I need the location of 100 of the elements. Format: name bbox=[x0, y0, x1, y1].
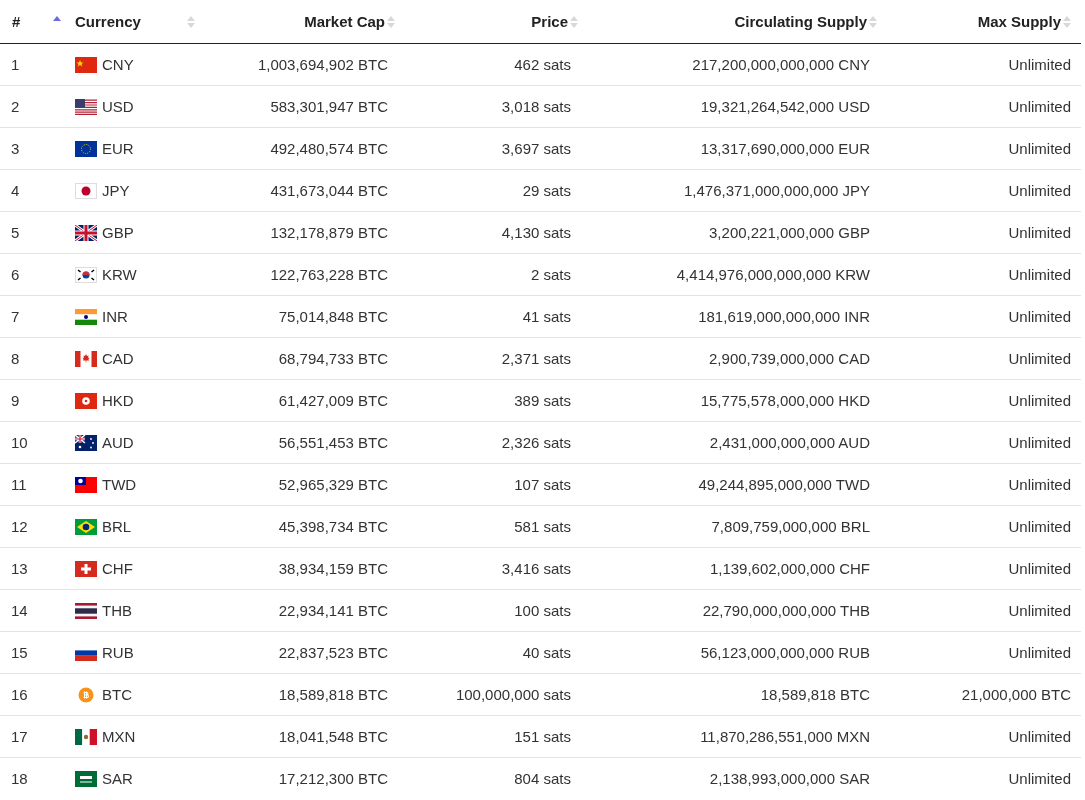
currency-cell: EUR bbox=[102, 140, 134, 157]
supply-cell: 11,870,286,551,000 MXN bbox=[700, 728, 870, 745]
price-cell: 3,697 sats bbox=[501, 140, 571, 157]
price-cell: 41 sats bbox=[522, 308, 571, 325]
supply-cell: 19,321,264,542,000 USD bbox=[700, 98, 870, 115]
max-supply-cell: Unlimited bbox=[1008, 728, 1071, 745]
supply-cell: 3,200,221,000,000 GBP bbox=[709, 224, 870, 241]
supply-cell: 56,123,000,000,000 RUB bbox=[700, 644, 870, 661]
max-supply-cell: Unlimited bbox=[1008, 560, 1071, 577]
rank-cell: 1 bbox=[11, 56, 20, 73]
currency-cell: HKD bbox=[102, 392, 134, 409]
supply-cell: 181,619,000,000,000 INR bbox=[698, 308, 870, 325]
rank-cell: 5 bbox=[11, 224, 20, 241]
market-cap-cell: 56,551,453 BTC bbox=[278, 434, 388, 451]
max-supply-cell: Unlimited bbox=[1008, 434, 1071, 451]
supply-cell: 22,790,000,000,000 THB bbox=[702, 602, 870, 619]
currency-cell: THB bbox=[102, 602, 132, 619]
currency-cell: SAR bbox=[102, 770, 133, 787]
max-supply-cell: Unlimited bbox=[1008, 644, 1071, 661]
rank-cell: 17 bbox=[11, 728, 28, 745]
rank-cell: 10 bbox=[11, 434, 28, 451]
currency-cell: JPY bbox=[102, 182, 130, 199]
supply-cell: 217,200,000,000,000 CNY bbox=[692, 56, 870, 73]
supply-cell: 1,476,371,000,000,000 JPY bbox=[684, 182, 870, 199]
market-cap-cell: 1,003,694,902 BTC bbox=[257, 56, 388, 73]
max-supply-cell: Unlimited bbox=[1008, 392, 1071, 409]
price-cell: 581 sats bbox=[514, 518, 571, 535]
supply-cell: 2,138,993,000,000 SAR bbox=[709, 770, 870, 787]
market-cap-cell: 45,398,734 BTC bbox=[278, 518, 388, 535]
price-cell: 4,130 sats bbox=[501, 224, 571, 241]
market-cap-cell: 18,041,548 BTC bbox=[278, 728, 388, 745]
price-cell: 3,416 sats bbox=[501, 560, 571, 577]
max-supply-cell: Unlimited bbox=[1008, 518, 1071, 535]
rank-cell: 6 bbox=[11, 266, 20, 283]
supply-cell: 4,414,976,000,000,000 KRW bbox=[676, 266, 870, 283]
supply-cell: 49,244,895,000,000 TWD bbox=[698, 476, 870, 493]
currency-cell: MXN bbox=[102, 728, 136, 745]
supply-cell: 18,589,818 BTC bbox=[760, 686, 870, 703]
max-supply-cell: Unlimited bbox=[1008, 140, 1071, 157]
max-supply-cell: Unlimited bbox=[1008, 224, 1071, 241]
column-header[interactable]: # bbox=[12, 13, 21, 30]
max-supply-cell: 21,000,000 BTC bbox=[961, 686, 1071, 703]
supply-cell: 15,775,578,000,000 HKD bbox=[700, 392, 870, 409]
supply-cell: 13,317,690,000,000 EUR bbox=[700, 140, 870, 157]
rank-cell: 14 bbox=[11, 602, 28, 619]
rank-cell: 13 bbox=[11, 560, 28, 577]
price-cell: 40 sats bbox=[522, 644, 571, 661]
max-supply-cell: Unlimited bbox=[1008, 182, 1071, 199]
rank-cell: 9 bbox=[11, 392, 20, 409]
market-cap-cell: 492,480,574 BTC bbox=[270, 140, 388, 157]
market-cap-cell: 17,212,300 BTC bbox=[278, 770, 388, 787]
max-supply-cell: Unlimited bbox=[1008, 98, 1071, 115]
price-cell: 804 sats bbox=[514, 770, 571, 787]
rank-cell: 3 bbox=[11, 140, 20, 157]
price-cell: 100 sats bbox=[514, 602, 571, 619]
price-cell: 2,371 sats bbox=[501, 350, 571, 367]
rank-cell: 18 bbox=[11, 770, 28, 787]
price-cell: 100,000,000 sats bbox=[455, 686, 571, 703]
market-cap-cell: 22,934,141 BTC bbox=[278, 602, 388, 619]
column-header[interactable]: Circulating Supply bbox=[734, 13, 867, 30]
market-cap-cell: 38,934,159 BTC bbox=[278, 560, 388, 577]
rank-cell: 12 bbox=[11, 518, 28, 535]
column-header[interactable]: Max Supply bbox=[977, 13, 1061, 30]
market-cap-cell: 68,794,733 BTC bbox=[278, 350, 388, 367]
price-cell: 107 sats bbox=[514, 476, 571, 493]
rank-cell: 4 bbox=[11, 182, 20, 199]
price-cell: 151 sats bbox=[514, 728, 571, 745]
market-cap-cell: 75,014,848 BTC bbox=[278, 308, 388, 325]
currency-cell: USD bbox=[102, 98, 134, 115]
currency-cell: AUD bbox=[102, 434, 134, 451]
market-cap-cell: 18,589,818 BTC bbox=[278, 686, 388, 703]
price-cell: 389 sats bbox=[514, 392, 571, 409]
market-cap-cell: 52,965,329 BTC bbox=[278, 476, 388, 493]
column-header[interactable]: Price bbox=[531, 13, 568, 30]
currency-cell: KRW bbox=[102, 266, 137, 283]
market-cap-cell: 122,763,228 BTC bbox=[270, 266, 388, 283]
rank-cell: 2 bbox=[11, 98, 20, 115]
currency-cell: CAD bbox=[102, 350, 134, 367]
max-supply-cell: Unlimited bbox=[1008, 266, 1071, 283]
rank-cell: 7 bbox=[11, 308, 20, 325]
price-cell: 2,326 sats bbox=[501, 434, 571, 451]
currency-cell: BTC bbox=[102, 686, 132, 703]
price-cell: 462 sats bbox=[514, 56, 571, 73]
currency-cell: TWD bbox=[102, 476, 137, 493]
max-supply-cell: Unlimited bbox=[1008, 350, 1071, 367]
max-supply-cell: Unlimited bbox=[1008, 308, 1071, 325]
currency-cell: CHF bbox=[102, 560, 133, 577]
price-cell: 2 sats bbox=[530, 266, 571, 283]
column-header[interactable]: Market Cap bbox=[304, 13, 385, 30]
currency-cell: RUB bbox=[102, 644, 134, 661]
market-cap-cell: 132,178,879 BTC bbox=[270, 224, 388, 241]
market-cap-cell: 61,427,009 BTC bbox=[278, 392, 388, 409]
currency-cell: CNY bbox=[102, 56, 134, 73]
rank-cell: 11 bbox=[11, 476, 27, 493]
currency-cell: BRL bbox=[102, 518, 132, 535]
column-header[interactable]: Currency bbox=[75, 13, 141, 30]
supply-cell: 7,809,759,000,000 BRL bbox=[711, 518, 870, 535]
price-cell: 3,018 sats bbox=[501, 98, 571, 115]
price-cell: 29 sats bbox=[522, 182, 571, 199]
currency-cell: INR bbox=[102, 308, 128, 325]
